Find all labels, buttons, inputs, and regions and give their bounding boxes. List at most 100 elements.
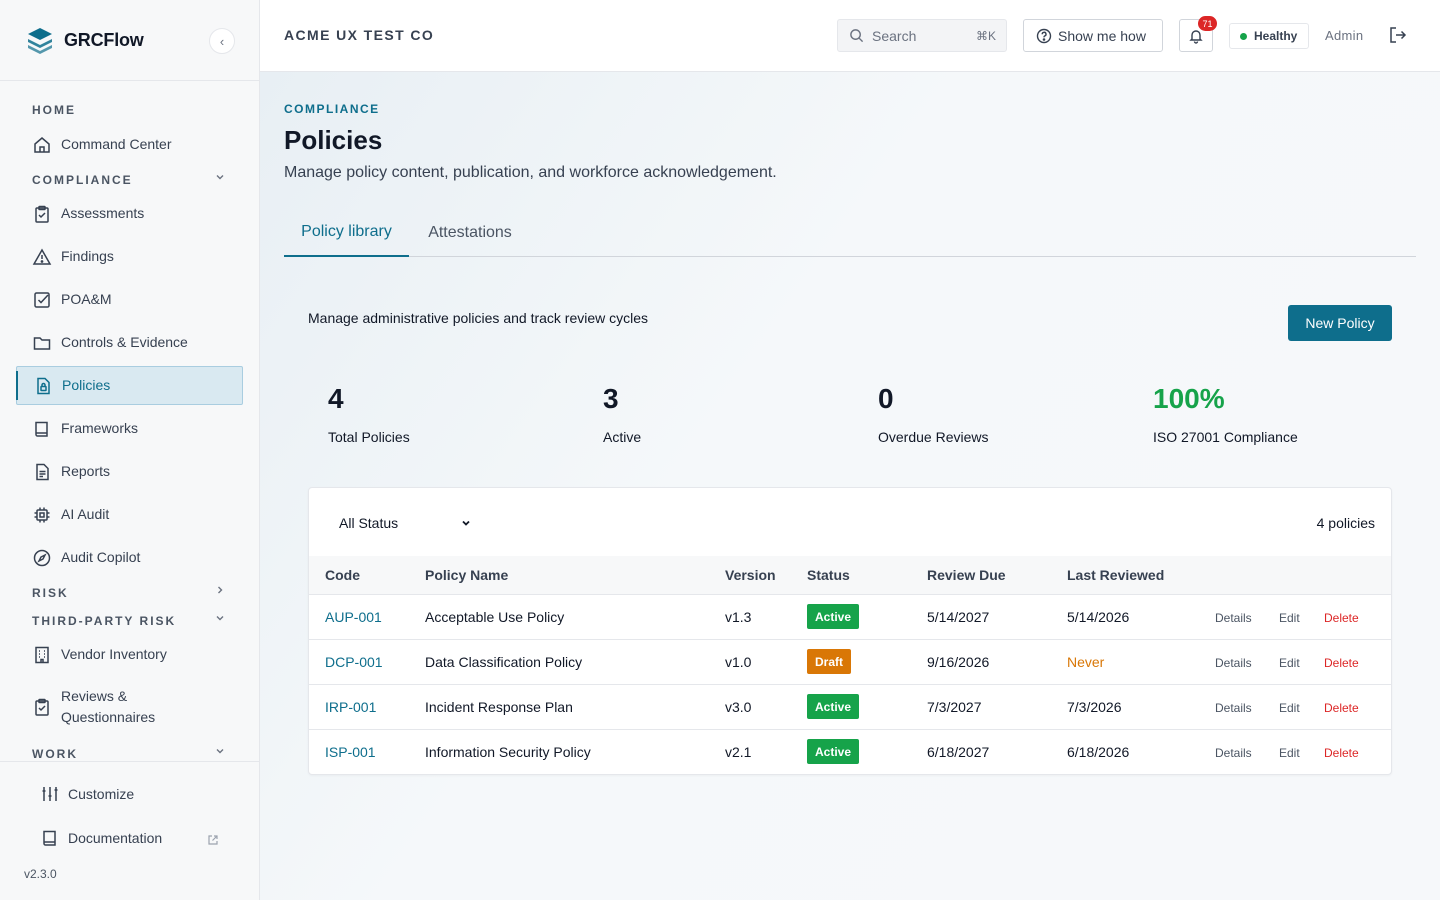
sidebar-item-audit-copilot[interactable]: Audit Copilot <box>16 538 243 577</box>
warning-triangle-icon <box>32 247 52 265</box>
document-lock-icon <box>37 377 50 394</box>
sidebar-item-label: Audit Copilot <box>61 549 141 565</box>
nav-section-compliance[interactable]: COMPLIANCE <box>32 173 224 187</box>
sidebar-item-command-center[interactable]: Command Center <box>16 125 243 164</box>
folder-icon <box>33 336 51 350</box>
table-row: AUP-001 Acceptable Use Policy v1.3 Activ… <box>309 594 1391 639</box>
sidebar-item-reviews-questionnaires[interactable]: Reviews & Questionnaires <box>16 679 243 735</box>
sidebar-collapse-button[interactable]: ‹ <box>209 28 235 54</box>
policy-code-link[interactable]: AUP-001 <box>309 594 425 639</box>
system-health-badge[interactable]: Healthy <box>1229 23 1309 49</box>
show-me-how-button[interactable]: Show me how <box>1023 19 1163 52</box>
delete-button[interactable]: Delete <box>1324 701 1359 715</box>
stat-label: Total Policies <box>328 429 410 445</box>
policy-code-link[interactable]: ISP-001 <box>309 729 425 774</box>
details-button[interactable]: Details <box>1215 701 1279 715</box>
policies-table: Code Policy Name Version Status Review D… <box>309 556 1391 774</box>
section-label: RISK <box>32 586 69 600</box>
stat-iso-compliance: 100% ISO 27001 Compliance <box>1153 382 1298 445</box>
details-button[interactable]: Details <box>1215 611 1279 625</box>
row-actions: Details Edit Delete <box>1215 729 1391 774</box>
tab-bar: Policy library Attestations <box>284 214 1416 257</box>
stat-overdue-reviews: 0 Overdue Reviews <box>878 382 989 445</box>
policy-status-cell: Active <box>807 729 927 774</box>
external-link-icon <box>208 835 218 845</box>
status-badge: Active <box>807 694 860 719</box>
edit-button[interactable]: Edit <box>1279 611 1324 625</box>
details-button[interactable]: Details <box>1215 746 1279 760</box>
delete-button[interactable]: Delete <box>1324 611 1359 625</box>
column-header-status[interactable]: Status <box>807 556 927 594</box>
chevron-right-icon <box>218 586 223 594</box>
sidebar-item-controls-evidence[interactable]: Controls & Evidence <box>16 323 243 362</box>
sidebar-item-reports[interactable]: Reports <box>16 452 243 491</box>
compass-icon <box>33 549 51 566</box>
policy-status-cell: Active <box>807 594 927 639</box>
tab-attestations[interactable]: Attestations <box>415 214 525 257</box>
brand-name: GRCFlow <box>64 29 144 50</box>
top-bar: ACME UX TEST CO Search ⌘K Show me how 71… <box>260 0 1440 72</box>
policy-status-cell: Draft <box>807 639 927 684</box>
customize-button[interactable]: Customize <box>40 784 134 804</box>
column-header-version[interactable]: Version <box>725 556 807 594</box>
book-icon <box>43 830 56 846</box>
brand-header: GRCFlow ‹ <box>0 0 259 81</box>
edit-button[interactable]: Edit <box>1279 656 1324 670</box>
sliders-icon <box>42 787 58 801</box>
page-eyebrow: COMPLIANCE <box>284 102 380 116</box>
section-label: THIRD-PARTY RISK <box>32 614 177 628</box>
status-filter-select[interactable]: All Status <box>325 510 475 536</box>
sidebar-item-label: Reviews & Questionnaires <box>61 688 156 725</box>
nav-section-work[interactable]: WORK <box>32 747 224 761</box>
tab-policy-library[interactable]: Policy library <box>284 214 409 257</box>
sidebar-item-findings[interactable]: Findings <box>16 237 243 276</box>
column-header-code[interactable]: Code <box>309 556 425 594</box>
sidebar-item-policies[interactable]: Policies <box>16 366 243 405</box>
sidebar-item-label: AI Audit <box>61 506 110 522</box>
policy-count: 4 policies <box>1316 515 1375 531</box>
sidebar-item-assessments[interactable]: Assessments <box>16 194 243 233</box>
delete-button[interactable]: Delete <box>1324 746 1359 760</box>
sidebar-item-label: Reports <box>61 463 111 479</box>
sidebar-item-frameworks[interactable]: Frameworks <box>16 409 243 448</box>
stat-label: Active <box>603 429 642 445</box>
policy-last-reviewed: Never <box>1067 653 1105 670</box>
sidebar-item-poam[interactable]: POA&M <box>16 280 243 319</box>
sidebar-item-vendor-inventory[interactable]: Vendor Inventory <box>16 635 243 674</box>
details-button[interactable]: Details <box>1215 656 1279 670</box>
logout-icon[interactable] <box>1388 25 1408 45</box>
table-row: IRP-001 Incident Response Plan v3.0 Acti… <box>309 684 1391 729</box>
search-input[interactable]: Search ⌘K <box>837 19 1007 52</box>
policy-name: Acceptable Use Policy <box>425 608 565 625</box>
edit-button[interactable]: Edit <box>1279 701 1324 715</box>
edit-button[interactable]: Edit <box>1279 746 1324 760</box>
user-name[interactable]: Admin <box>1325 28 1363 43</box>
new-policy-button[interactable]: New Policy <box>1288 305 1392 341</box>
column-header-policy-name[interactable]: Policy Name <box>425 556 725 594</box>
delete-button[interactable]: Delete <box>1324 656 1359 670</box>
sidebar-item-ai-audit[interactable]: AI Audit <box>16 495 243 534</box>
column-header-last-reviewed[interactable]: Last Reviewed <box>1067 556 1215 594</box>
stat-label: Overdue Reviews <box>878 429 989 445</box>
policy-review-due: 7/3/2027 <box>927 698 982 715</box>
policies-table-card: All Status 4 policies Code Policy Name V… <box>308 487 1392 775</box>
nav-section-risk[interactable]: RISK <box>32 586 223 600</box>
policy-code-link[interactable]: IRP-001 <box>309 684 425 729</box>
sidebar-item-label: Findings <box>61 248 114 264</box>
sidebar-item-label: Assessments <box>61 205 145 221</box>
status-badge: Draft <box>807 649 852 674</box>
app-version: v2.3.0 <box>24 867 57 881</box>
column-header-actions <box>1215 556 1391 594</box>
page-subtitle: Manage policy content, publication, and … <box>284 164 777 181</box>
documentation-link[interactable]: Documentation <box>40 828 162 848</box>
search-icon <box>850 29 864 43</box>
organization-name: ACME UX TEST CO <box>284 27 435 43</box>
building-icon <box>35 646 49 663</box>
policy-name: Information Security Policy <box>425 743 591 760</box>
report-document-icon <box>36 463 49 480</box>
home-icon <box>34 136 50 153</box>
policy-version: v1.3 <box>725 608 752 625</box>
nav-section-third-party-risk[interactable]: THIRD-PARTY RISK <box>32 614 224 628</box>
column-header-review-due[interactable]: Review Due <box>927 556 1067 594</box>
policy-code-link[interactable]: DCP-001 <box>309 639 425 684</box>
